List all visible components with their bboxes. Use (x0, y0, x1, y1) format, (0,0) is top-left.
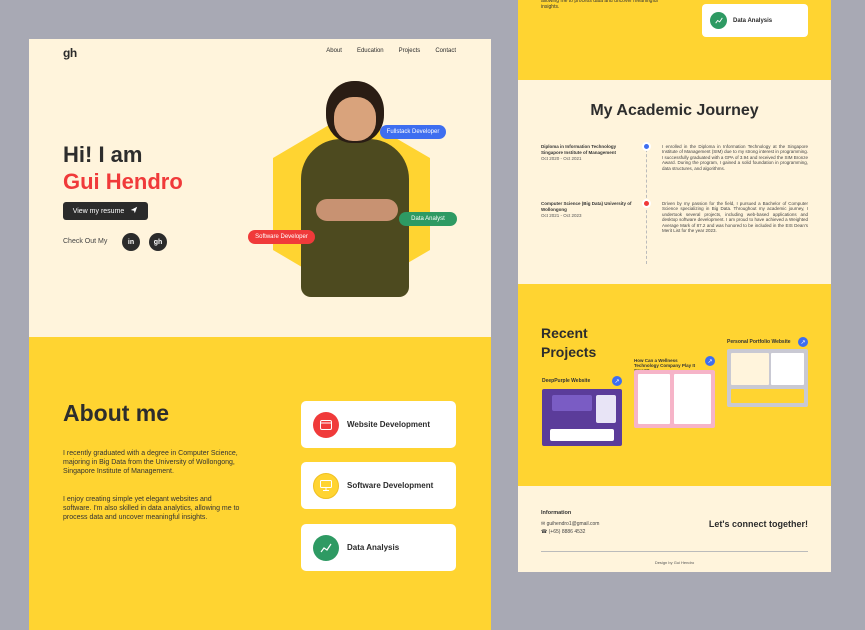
service-card-software[interactable]: Software Development (301, 462, 456, 509)
project-title: Personal Portfolio Website (727, 339, 791, 345)
hero-section: gh About Education Projects Contact Hi! … (29, 39, 491, 337)
about-section: About me I recently graduated with a deg… (29, 337, 491, 630)
timeline-dot (642, 199, 651, 208)
service-card-website[interactable]: Website Development (301, 401, 456, 448)
footer-email[interactable]: ✉ guihendro1@gmail.com (541, 521, 599, 527)
footer: Information ✉ guihendro1@gmail.com ☎ (+6… (518, 486, 831, 572)
top-nav: About Education Projects Contact (326, 48, 456, 54)
hero-greeting: Hi! I am (63, 142, 143, 167)
academic-title: My Academic Journey (590, 102, 759, 119)
chart-icon (710, 12, 727, 29)
timeline-text: Driven by my passion for the field, I pu… (662, 201, 808, 234)
arrow-icon[interactable]: ↗ (798, 337, 808, 347)
chart-icon (313, 534, 339, 561)
hero-name: Gui Hendro (63, 169, 183, 194)
tag-data-analyst: Data Analyst (399, 212, 457, 226)
footer-phone[interactable]: ☎ (+65) 8886 4532 (541, 529, 585, 535)
nav-contact[interactable]: Contact (435, 48, 456, 54)
portfolio-preview-main: gh About Education Projects Contact Hi! … (29, 39, 491, 630)
portfolio-preview-scrolled: allowing me to process data and uncover … (518, 0, 831, 572)
timeline-dot (642, 142, 651, 151)
about-paragraph-2: I enjoy creating simple yet elegant webs… (63, 496, 240, 521)
service-label: Data Analysis (347, 543, 400, 552)
service-card-data-analysis[interactable]: Data Analysis (702, 4, 808, 37)
nav-about[interactable]: About (326, 48, 342, 54)
timeline-text: I enrolled in the Diploma in Information… (662, 144, 808, 171)
timeline-title: Computer Science (Big Data) University o… (541, 201, 632, 212)
about-text-tail: allowing me to process data and uncover … (541, 0, 658, 10)
service-card-data-analysis[interactable]: Data Analysis (301, 524, 456, 571)
projects-section: Recent Projects DeepPurple Website ↗ How… (518, 284, 831, 486)
tag-software-developer: Software Developer (248, 230, 315, 244)
project-thumbnail (542, 389, 622, 446)
about-paragraph-1: I recently graduated with a degree in Co… (63, 450, 238, 475)
footer-divider (541, 551, 808, 552)
footer-connect-heading: Let's connect together! (708, 519, 808, 529)
timeline-date: Oct 2021 - Oct 2023 (541, 213, 582, 218)
site-logo[interactable]: gh (63, 46, 77, 60)
project-thumbnail (634, 370, 715, 428)
service-label: Software Development (347, 481, 434, 490)
github-icon[interactable]: gh (149, 233, 167, 251)
nav-projects[interactable]: Projects (399, 48, 421, 54)
service-label: Website Development (347, 420, 430, 429)
email-text: guihendro1@gmail.com (546, 521, 600, 527)
footer-info-title: Information (541, 510, 572, 516)
arrow-icon[interactable]: ↗ (612, 376, 622, 386)
checkout-label: Check Out My (63, 238, 108, 245)
view-resume-button[interactable]: View my resume (63, 202, 148, 220)
phone-text: (+65) 8886 4532 (548, 529, 586, 535)
profile-photo (334, 97, 376, 141)
browser-icon (313, 411, 339, 438)
timeline-title: Diploma in Information Technology Singap… (541, 144, 617, 155)
about-section-tail: allowing me to process data and uncover … (518, 0, 831, 80)
project-card-wellness[interactable]: How Can a Wellness Technology Company Pl… (634, 354, 715, 430)
service-label: Data Analysis (733, 17, 773, 24)
project-card-portfolio[interactable]: Personal Portfolio Website ↗ (727, 336, 808, 408)
arrow-icon[interactable]: ↗ (705, 356, 715, 366)
send-icon (130, 206, 138, 216)
project-thumbnail (727, 349, 808, 407)
projects-title: Recent Projects (541, 325, 597, 360)
project-title: DeepPurple Website (542, 378, 591, 384)
phone-icon: ☎ (541, 529, 548, 535)
project-card-deeppurple[interactable]: DeepPurple Website ↗ (542, 376, 622, 448)
monitor-icon (313, 472, 339, 499)
timeline-date: Oct 2020 - Oct 2021 (541, 156, 582, 161)
footer-design-credit: Design by Gui Hendro (654, 560, 695, 565)
tag-fullstack-developer: Fullstack Developer (380, 125, 446, 139)
resume-label: View my resume (72, 207, 125, 215)
linkedin-icon[interactable]: in (122, 233, 140, 251)
nav-education[interactable]: Education (357, 48, 384, 54)
profile-photo-arms (316, 199, 398, 221)
mail-icon: ✉ (541, 521, 546, 527)
about-title: About me (63, 400, 170, 426)
academic-section: My Academic Journey Diploma in Informati… (518, 80, 831, 284)
